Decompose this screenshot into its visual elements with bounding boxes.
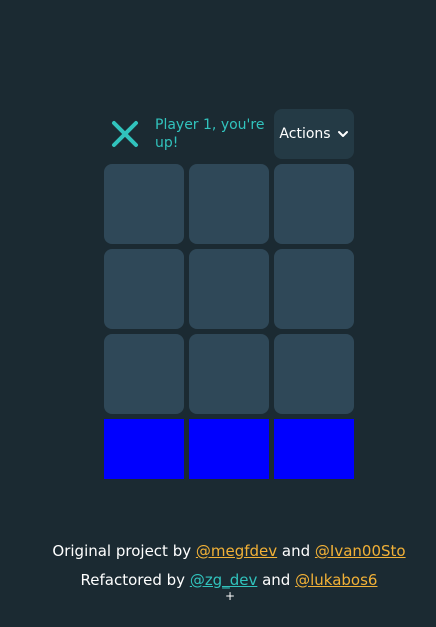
credits-line-refactored: Refactored by @zg_dev and @lukabos6 bbox=[0, 566, 436, 595]
board-cell-9[interactable] bbox=[274, 334, 354, 414]
credits-footer: Original project by @megfdev and @Ivan00… bbox=[0, 537, 436, 595]
ivan00sto-link[interactable]: @Ivan00Sto bbox=[315, 542, 406, 560]
score-box-3 bbox=[274, 419, 354, 479]
actions-label: Actions bbox=[279, 126, 331, 142]
credits-original-prefix: Original project by bbox=[52, 542, 196, 560]
board-cell-2[interactable] bbox=[189, 164, 269, 244]
game-board bbox=[104, 164, 354, 414]
board-cell-1[interactable] bbox=[104, 164, 184, 244]
score-box-1 bbox=[104, 419, 184, 479]
lukabos6-link[interactable]: @lukabos6 bbox=[295, 571, 377, 589]
credits-refactored-prefix: Refactored by bbox=[80, 571, 190, 589]
board-cell-6[interactable] bbox=[274, 249, 354, 329]
board-cell-4[interactable] bbox=[104, 249, 184, 329]
game-header: Player 1, you're up! Actions bbox=[104, 109, 354, 159]
score-box-2 bbox=[189, 419, 269, 479]
credits-refactored-and: and bbox=[257, 571, 296, 589]
crosshair-cursor-icon: + bbox=[225, 589, 236, 603]
chevron-down-icon bbox=[337, 131, 348, 137]
x-icon bbox=[112, 121, 138, 147]
credits-original-and: and bbox=[277, 542, 315, 560]
board-cell-8[interactable] bbox=[189, 334, 269, 414]
turn-indicator-text: Player 1, you're up! bbox=[155, 117, 265, 151]
board-cell-5[interactable] bbox=[189, 249, 269, 329]
actions-dropdown-button[interactable]: Actions bbox=[274, 109, 354, 159]
megfdev-link[interactable]: @megfdev bbox=[196, 542, 277, 560]
score-row bbox=[104, 419, 354, 479]
board-cell-3[interactable] bbox=[274, 164, 354, 244]
board-cell-7[interactable] bbox=[104, 334, 184, 414]
zg-dev-link[interactable]: @zg_dev bbox=[190, 571, 258, 589]
credits-line-original: Original project by @megfdev and @Ivan00… bbox=[0, 537, 436, 566]
